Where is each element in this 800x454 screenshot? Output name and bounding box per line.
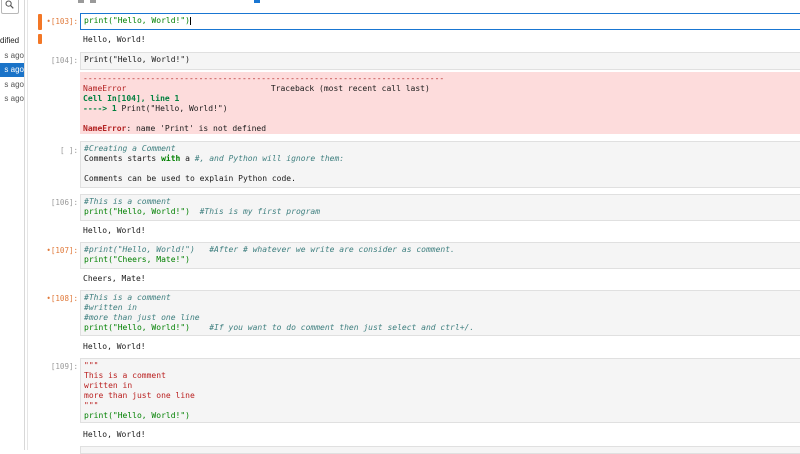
cell-output: Hello, World! <box>83 430 146 439</box>
docstring-line: """ <box>84 361 99 370</box>
traceback-cell-ref: Cell In[104], line 1 <box>83 94 180 103</box>
traceback-label: Traceback (most recent call last) <box>270 84 430 93</box>
file-browser-panel: dified s ago s ago s ago s ago <box>0 0 25 450</box>
code-line: print("Cheers, Mate!") <box>84 255 190 264</box>
file-modified-time[interactable]: s ago <box>0 78 24 92</box>
code-cell-input[interactable]: #This is a comment #written in #more tha… <box>80 290 800 336</box>
comment-line: #This is a comment <box>84 197 171 206</box>
cell-prompt: [109]: <box>50 362 78 371</box>
code-line: Print("Hello, World!") <box>84 55 190 64</box>
toolbar-icon[interactable] <box>78 0 84 3</box>
error-name-final: NameError <box>83 124 127 133</box>
file-modified-time-selected[interactable]: s ago <box>0 63 24 77</box>
code-line: print("Hello, World!") <box>84 207 190 216</box>
docstring-line: written in <box>84 381 133 390</box>
code-cell-input[interactable]: """ This is a comment written in more th… <box>80 358 800 423</box>
comment-line: #more than just one line <box>84 313 200 322</box>
comment-line: #written in <box>84 303 137 312</box>
panel-divider <box>27 0 28 450</box>
cell-output: Hello, World! <box>83 226 146 235</box>
code-cell-input[interactable]: print("Hello, World!") <box>80 13 800 30</box>
code-text: a <box>180 154 195 163</box>
search-icon <box>5 0 14 9</box>
file-modified-time[interactable]: s ago <box>0 92 24 106</box>
traceback-code: Print("Hello, World!") <box>121 104 228 113</box>
comment-line: #This is a comment <box>84 293 171 302</box>
last-modified-column-header[interactable]: dified <box>0 36 19 45</box>
error-message: : name 'Print' is not defined <box>126 124 267 133</box>
code-text: Comments can be used to explain Python c… <box>84 174 296 183</box>
docstring-line: """ <box>84 401 99 410</box>
code-cell-input[interactable]: #This is a comment print("Hello, World!"… <box>80 194 800 221</box>
cell-prompt: [104]: <box>50 56 78 65</box>
code-cell-input[interactable]: #print("Hello, World!") #After # whateve… <box>80 242 800 269</box>
code-text: Comments starts <box>84 154 162 163</box>
cell-prompt: •[103]: <box>46 17 78 26</box>
inline-comment: #If you want to do comment then just sel… <box>209 323 475 332</box>
traceback-divider: ----------------------------------------… <box>83 74 445 83</box>
toolbar-icon[interactable] <box>254 0 260 3</box>
code-line: print("Hello, World!") <box>84 323 190 332</box>
error-output: ----------------------------------------… <box>80 72 800 134</box>
keyword: with <box>161 154 181 163</box>
inline-comment: #After # whatever we write are consider … <box>209 245 455 254</box>
error-name: NameError <box>83 84 127 93</box>
comment-line: #Creating a Comment <box>84 144 176 153</box>
docstring-line: more than just one line <box>84 391 195 400</box>
cell-prompt: •[107]: <box>46 246 78 255</box>
cell-prompt: •[108]: <box>46 294 78 303</box>
output-collapser[interactable] <box>38 34 42 44</box>
cell-output: Hello, World! <box>83 35 146 44</box>
text-cursor <box>189 16 191 25</box>
cell-prompt: [ ]: <box>59 146 78 155</box>
code-line: print("Hello, World!") <box>84 16 190 25</box>
comment-line: #print("Hello, World!") <box>84 245 195 254</box>
file-modified-time[interactable]: s ago <box>0 49 24 63</box>
cell-output: Hello, World! <box>83 342 146 351</box>
cell-prompt: [106]: <box>50 198 78 207</box>
comment-text: #, and Python will ignore them: <box>194 154 345 163</box>
code-cell-input[interactable]: Print("Hello, World!") <box>80 52 800 70</box>
traceback-arrow: ----> 1 <box>83 104 117 113</box>
inline-comment: #This is my first program <box>199 207 321 216</box>
code-cell-input[interactable]: #Creating a Comment Comments starts with… <box>80 141 800 188</box>
toolbar-icon[interactable] <box>90 0 96 3</box>
search-button[interactable] <box>1 0 19 14</box>
docstring-line: This is a comment <box>84 371 166 380</box>
cell-output: Cheers, Mate! <box>83 274 146 283</box>
code-line: print("Hello, World!") <box>84 411 190 420</box>
code-cell-input[interactable] <box>80 446 800 454</box>
